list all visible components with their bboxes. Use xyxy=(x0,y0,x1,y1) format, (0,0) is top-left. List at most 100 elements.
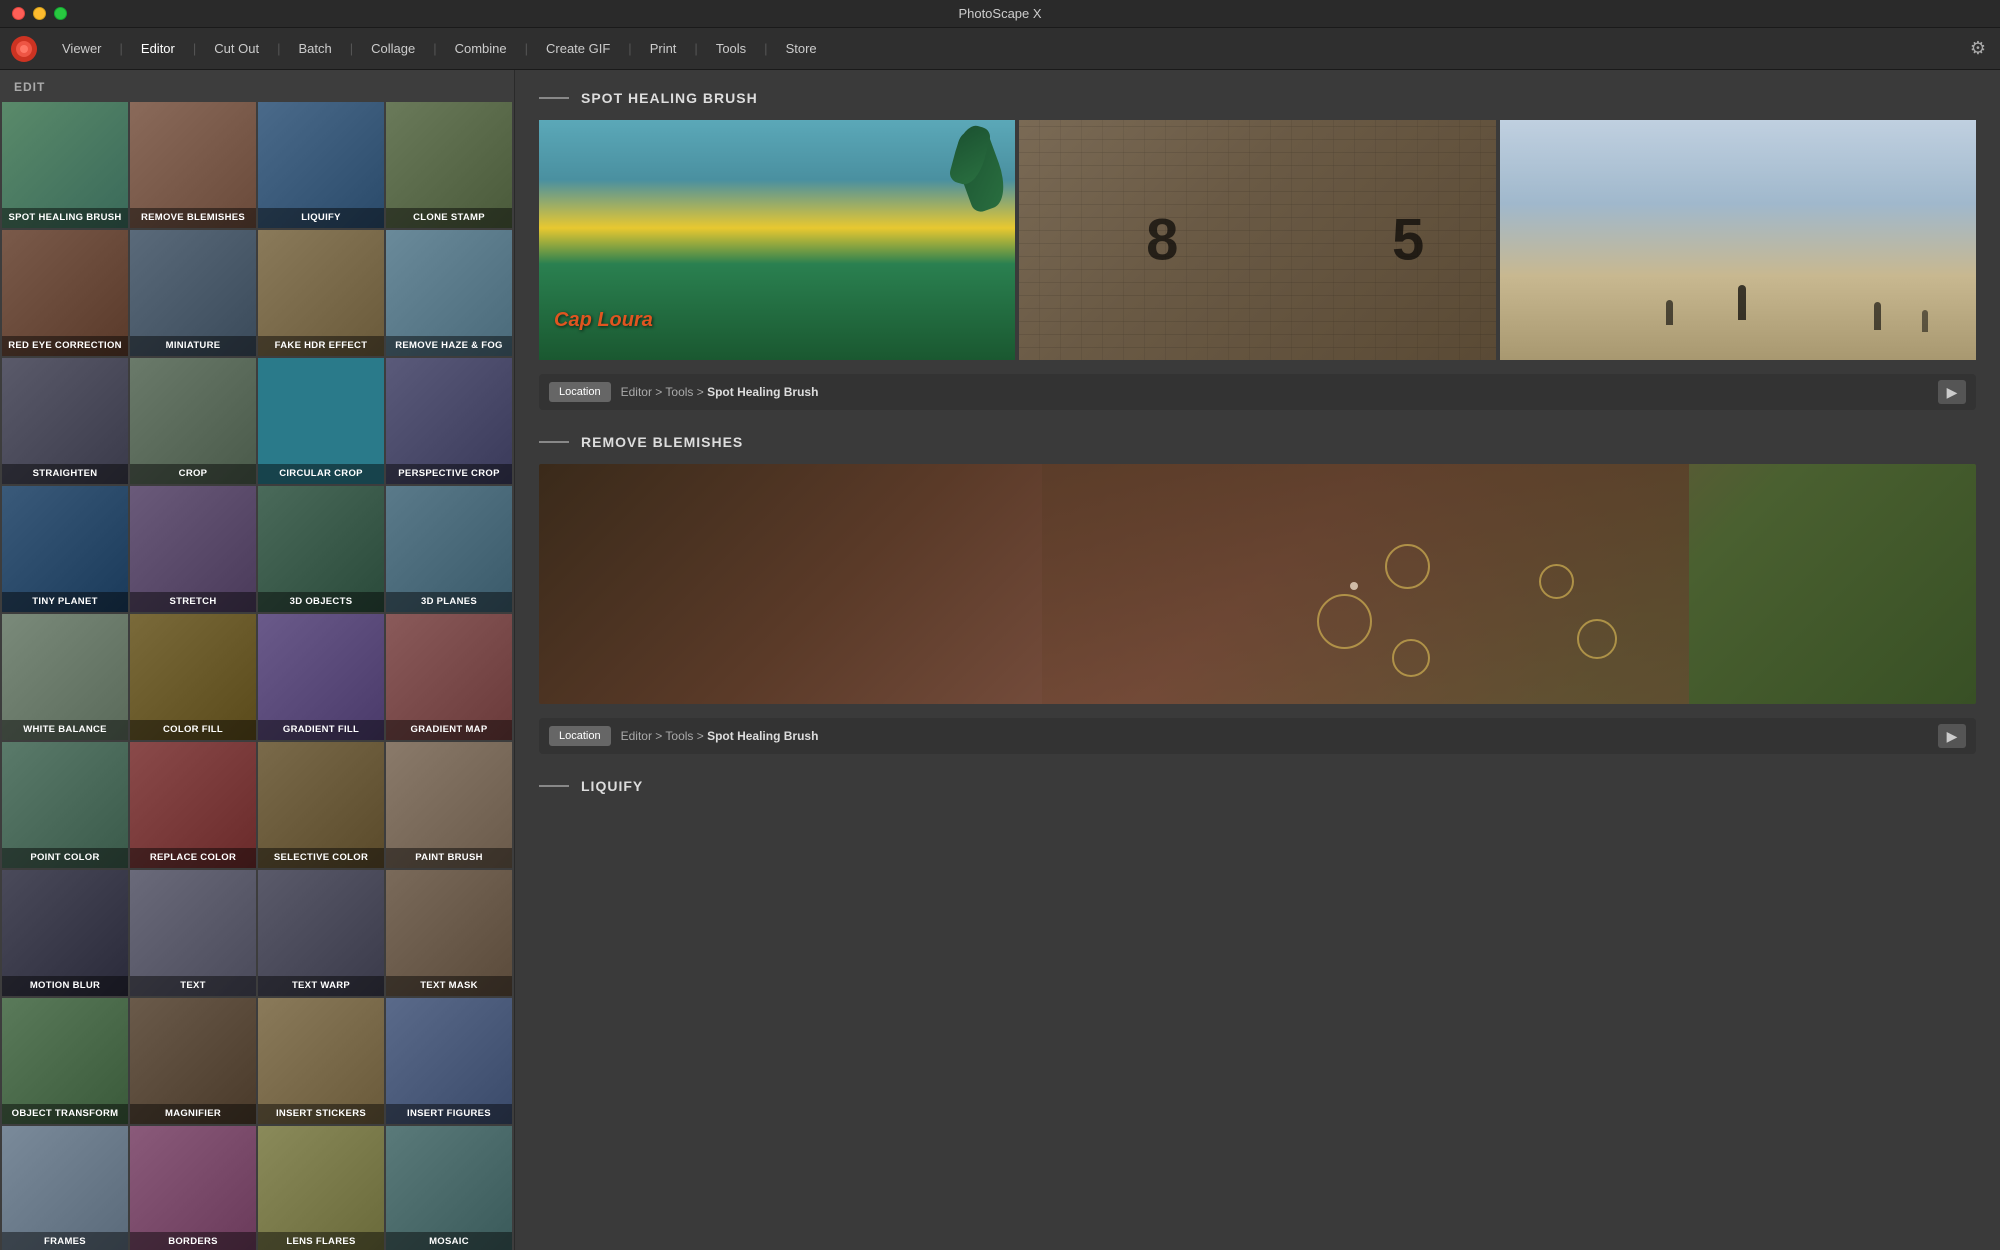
tool-crop[interactable]: CROP xyxy=(130,358,256,484)
play-button-1[interactable]: ▶ xyxy=(1938,380,1966,404)
tool-label-perspective-crop: PERSPECTIVE CROP xyxy=(386,464,512,484)
app-logo xyxy=(10,35,38,63)
menu-item-collage[interactable]: Collage xyxy=(359,37,427,60)
main-layout: EDIT SPOT HEALING BRUSHREMOVE BLEMISHESL… xyxy=(0,70,2000,1250)
tool-label-tiny-planet: TINY PLANET xyxy=(2,592,128,612)
menu-item-batch[interactable]: Batch xyxy=(286,37,343,60)
tool-label-insert-figures: INSERT FIGURES xyxy=(386,1104,512,1124)
edit-header: EDIT xyxy=(0,70,514,102)
tool-remove-blemishes[interactable]: REMOVE BLEMISHES xyxy=(130,102,256,228)
title-bar: PhotoScape X xyxy=(0,0,2000,28)
tool-remove-haze-fog[interactable]: REMOVE HAZE & FOG xyxy=(386,230,512,356)
tool-text-warp[interactable]: TEXT WARP xyxy=(258,870,384,996)
tool-clone-stamp[interactable]: CLONE STAMP xyxy=(386,102,512,228)
tool-label-liquify: LIQUIFY xyxy=(258,208,384,228)
preview-images-remove-blemishes xyxy=(539,464,1976,704)
tool-label-spot-healing-brush: SPOT HEALING BRUSH xyxy=(2,208,128,228)
play-button-2[interactable]: ▶ xyxy=(1938,724,1966,748)
tool-point-color[interactable]: POINT COLOR xyxy=(2,742,128,868)
tool-label-text-mask: TEXT MASK xyxy=(386,976,512,996)
tool-label-straighten: STRAIGHTEN xyxy=(2,464,128,484)
preview-brick: 8 5 xyxy=(1019,120,1495,360)
tool-magnifier[interactable]: MAGNIFIER xyxy=(130,998,256,1124)
location-path-1: Editor > Tools > Spot Healing Brush xyxy=(621,385,819,399)
menu-item-viewer[interactable]: Viewer xyxy=(50,37,114,60)
tool-stretch[interactable]: STRETCH xyxy=(130,486,256,612)
tool-spot-healing-brush[interactable]: SPOT HEALING BRUSH xyxy=(2,102,128,228)
tool-perspective-crop[interactable]: PERSPECTIVE CROP xyxy=(386,358,512,484)
minimize-button[interactable] xyxy=(33,7,46,20)
tool-label-3d-planes: 3D PLANES xyxy=(386,592,512,612)
tool-insert-figures[interactable]: INSERT FIGURES xyxy=(386,998,512,1124)
preview-beach xyxy=(1500,120,1976,360)
tool-mosaic[interactable]: MOSAIC xyxy=(386,1126,512,1250)
location-bar-1: Location Editor > Tools > Spot Healing B… xyxy=(539,374,1976,410)
section-line-3 xyxy=(539,785,569,787)
location-bar-2: Location Editor > Tools > Spot Healing B… xyxy=(539,718,1976,754)
tool-replace-color[interactable]: REPLACE COLOR xyxy=(130,742,256,868)
maximize-button[interactable] xyxy=(54,7,67,20)
menu-item-editor[interactable]: Editor xyxy=(129,37,187,60)
tool-label-circular-crop: CIRCULAR CROP xyxy=(258,464,384,484)
tool-label-text: TEXT xyxy=(130,976,256,996)
menu-item-cutout[interactable]: Cut Out xyxy=(202,37,271,60)
tool-text-mask[interactable]: TEXT MASK xyxy=(386,870,512,996)
tool-label-object-transform: OBJECT TRANSFORM xyxy=(2,1104,128,1124)
tools-grid: SPOT HEALING BRUSHREMOVE BLEMISHESLIQUIF… xyxy=(0,102,514,1250)
tool-label-remove-blemishes: REMOVE BLEMISHES xyxy=(130,208,256,228)
preview-images-spot-healing: Cap Loura 8 5 xyxy=(539,120,1976,360)
location-button-1[interactable]: Location xyxy=(549,382,611,402)
menu-bar: Viewer | Editor | Cut Out | Batch | Coll… xyxy=(0,28,2000,70)
traffic-lights xyxy=(12,7,67,20)
tool-borders[interactable]: BORDERS xyxy=(130,1126,256,1250)
tool-label-insert-stickers: INSERT STICKERS xyxy=(258,1104,384,1124)
tool-label-clone-stamp: CLONE STAMP xyxy=(386,208,512,228)
tool-circular-crop[interactable]: CIRCULAR CROP xyxy=(258,358,384,484)
tool-insert-stickers[interactable]: INSERT STICKERS xyxy=(258,998,384,1124)
menu-item-combine[interactable]: Combine xyxy=(443,37,519,60)
tool-color-fill[interactable]: COLOR FILL xyxy=(130,614,256,740)
right-panel: SPOT HEALING BRUSH Cap Loura 8 5 xyxy=(515,70,2000,1250)
close-button[interactable] xyxy=(12,7,25,20)
tool-label-stretch: STRETCH xyxy=(130,592,256,612)
tool-label-point-color: POINT COLOR xyxy=(2,848,128,868)
menu-item-tools[interactable]: Tools xyxy=(704,37,758,60)
section-liquify: LIQUIFY xyxy=(539,778,1976,794)
section-title-liquify: LIQUIFY xyxy=(581,778,643,794)
window-title: PhotoScape X xyxy=(958,6,1041,21)
tool-straighten[interactable]: STRAIGHTEN xyxy=(2,358,128,484)
tool-3d-planes[interactable]: 3D PLANES xyxy=(386,486,512,612)
tool-label-white-balance: WHITE BALANCE xyxy=(2,720,128,740)
preview-portrait xyxy=(539,464,1976,704)
location-highlight-1: Spot Healing Brush xyxy=(707,385,818,399)
tool-red-eye-correction[interactable]: RED EYE CORRECTION xyxy=(2,230,128,356)
tool-white-balance[interactable]: WHITE BALANCE xyxy=(2,614,128,740)
tool-label-red-eye-correction: RED EYE CORRECTION xyxy=(2,336,128,356)
tool-liquify[interactable]: LIQUIFY xyxy=(258,102,384,228)
menu-item-store[interactable]: Store xyxy=(774,37,829,60)
tool-lens-flares[interactable]: LENS FLARES xyxy=(258,1126,384,1250)
tool-miniature[interactable]: MINIATURE xyxy=(130,230,256,356)
tool-label-selective-color: SELECTIVE COLOR xyxy=(258,848,384,868)
tool-label-gradient-fill: GRADIENT FILL xyxy=(258,720,384,740)
menu-item-print[interactable]: Print xyxy=(638,37,689,60)
tool-3d-objects[interactable]: 3D OBJECTS xyxy=(258,486,384,612)
tool-selective-color[interactable]: SELECTIVE COLOR xyxy=(258,742,384,868)
preview-tropical: Cap Loura xyxy=(539,120,1015,360)
tool-gradient-fill[interactable]: GRADIENT FILL xyxy=(258,614,384,740)
settings-icon[interactable]: ⚙ xyxy=(1966,34,1990,63)
location-button-2[interactable]: Location xyxy=(549,726,611,746)
section-spot-healing: SPOT HEALING BRUSH xyxy=(539,90,1976,106)
menu-item-create-gif[interactable]: Create GIF xyxy=(534,37,622,60)
tool-paint-brush[interactable]: PAINT BRUSH xyxy=(386,742,512,868)
tool-label-magnifier: MAGNIFIER xyxy=(130,1104,256,1124)
tool-motion-blur[interactable]: MOTION BLUR xyxy=(2,870,128,996)
tool-text[interactable]: TEXT xyxy=(130,870,256,996)
tool-tiny-planet[interactable]: TINY PLANET xyxy=(2,486,128,612)
tool-gradient-map[interactable]: GRADIENT MAP xyxy=(386,614,512,740)
tool-object-transform[interactable]: OBJECT TRANSFORM xyxy=(2,998,128,1124)
tool-label-text-warp: TEXT WARP xyxy=(258,976,384,996)
tool-fake-hdr-effect[interactable]: FAKE HDR EFFECT xyxy=(258,230,384,356)
tool-frames[interactable]: FRAMES xyxy=(2,1126,128,1250)
tool-label-replace-color: REPLACE COLOR xyxy=(130,848,256,868)
